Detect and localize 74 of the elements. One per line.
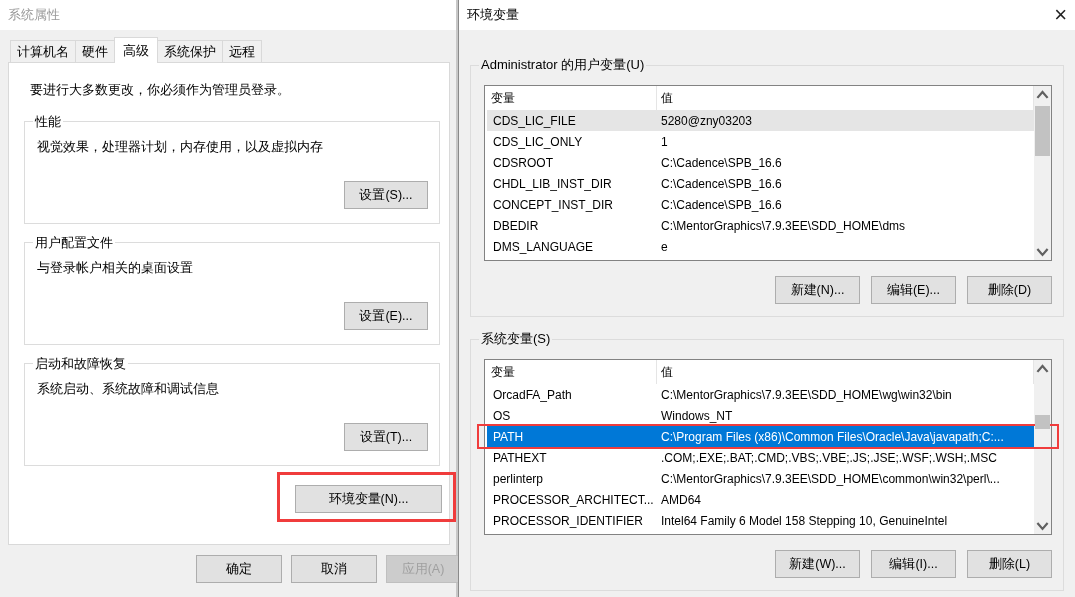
column-header[interactable]: 变量 (485, 360, 657, 384)
settings-button[interactable]: 设置(T)... (344, 423, 428, 451)
list-action-button[interactable]: 删除(L) (967, 550, 1052, 578)
variable-name: PROCESSOR_ARCHITECT... (492, 492, 655, 507)
dialog-button[interactable]: 取消 (291, 555, 377, 583)
settings-button[interactable]: 设置(E)... (344, 302, 428, 330)
variable-name: CONCEPT_INST_DIR (492, 197, 615, 212)
group-description: 系统启动、系统故障和调试信息 (37, 381, 220, 398)
close-button[interactable]: × (1054, 4, 1067, 26)
variable-value: AMD64 (660, 492, 702, 507)
variable-name: PROCESSOR_IDENTIFIER (492, 513, 645, 528)
variable-name: CDS_LIC_ONLY (492, 134, 584, 149)
list-row[interactable]: OrcadFA_Path C:\MentorGraphics\7.9.3EE\SDD_HOME\wg\win32\bin (487, 384, 1034, 405)
variable-name: CDSROOT (492, 155, 554, 170)
list-action-button[interactable]: 新建(N)... (775, 276, 860, 304)
list-row[interactable]: OS Windows_NT (487, 405, 1034, 426)
variable-name: OS (492, 408, 512, 423)
variable-name: CHDL_LIB_INST_DIR (492, 176, 613, 191)
notice-text: 要进行大多数更改，你必须作为管理员登录。 (30, 81, 291, 99)
list-row[interactable]: DMS_LANGUAGE e (487, 236, 1034, 257)
variable-name: CDS_LIC_FILE (492, 113, 577, 128)
settings-button[interactable]: 设置(S)... (344, 181, 428, 209)
list-row[interactable]: CDS_LIC_ONLY 1 (487, 131, 1034, 152)
variable-name: perlinterp (492, 471, 545, 486)
list-action-button[interactable]: 删除(D) (967, 276, 1052, 304)
group-description: 与登录帐户相关的桌面设置 (37, 260, 194, 277)
environment-variables-button[interactable]: 环境变量(N)... (295, 485, 442, 513)
variable-value: e (660, 239, 669, 254)
variable-name: PATHEXT (492, 450, 548, 465)
list-row[interactable]: PATHEXT .COM;.EXE;.BAT;.CMD;.VBS;.VBE;.JS;.JSE;.WSF;.WSH;.MSC (487, 447, 1034, 468)
variable-name: DBEDIR (492, 218, 540, 233)
list-row[interactable]: CONCEPT_INST_DIR C:\Cadence\SPB_16.6 (487, 194, 1034, 215)
list-row[interactable]: CDSROOT C:\Cadence\SPB_16.6 (487, 152, 1034, 173)
dialog-button[interactable]: 确定 (196, 555, 282, 583)
list-action-button[interactable]: 编辑(E)... (871, 276, 956, 304)
variable-value: Windows_NT (660, 408, 734, 423)
list-row[interactable]: CHDL_LIB_INST_DIR C:\Cadence\SPB_16.6 (487, 173, 1034, 194)
variable-value: C:\Cadence\SPB_16.6 (660, 176, 783, 191)
scrollbar[interactable] (1034, 86, 1051, 260)
variable-value: Intel64 Family 6 Model 158 Stepping 10, GenuineIntel (660, 513, 949, 528)
tab[interactable]: 计算机名 (10, 40, 76, 62)
group-title: 启动和故障恢复 (33, 355, 128, 373)
variable-value: C:\MentorGraphics\7.9.3EE\SDD_HOME\wg\win32\bin (660, 387, 953, 402)
window-title: 环境变量 (467, 6, 519, 24)
variable-value: C:\MentorGraphics\7.9.3EE\SDD_HOME\dms (660, 218, 907, 233)
list-row[interactable]: PROCESSOR_IDENTIFIER Intel64 Family 6 Model 158 Stepping 10, GenuineIntel (487, 510, 1034, 531)
list-row[interactable]: DBEDIR C:\MentorGraphics\7.9.3EE\SDD_HOME\dms (487, 215, 1034, 236)
tab[interactable]: 远程 (222, 40, 262, 62)
list-row[interactable]: PATH C:\Program Files (x86)\Common Files\Oracle\Java\javapath;C:... (487, 426, 1034, 447)
list-action-button[interactable]: 新建(W)... (775, 550, 860, 578)
tab[interactable]: 高级 (114, 37, 158, 63)
variable-name: DMS_LANGUAGE (492, 239, 595, 254)
group-title: 系统变量(S) (479, 330, 553, 348)
list-row[interactable]: perlinterp C:\MentorGraphics\7.9.3EE\SDD_HOME\common\win32\perl\... (487, 468, 1034, 489)
variable-name: PATH (492, 429, 525, 444)
variable-value: C:\Program Files (x86)\Common Files\Oracle\Java\javapath;C:... (660, 429, 1005, 444)
group-title: Administrator 的用户变量(U) (479, 56, 647, 74)
variable-value: C:\Cadence\SPB_16.6 (660, 197, 783, 212)
scrollbar-thumb[interactable] (1035, 106, 1050, 156)
group-description: 视觉效果，处理器计划，内存使用，以及虚拟内存 (37, 139, 324, 156)
list-row[interactable]: CDS_LIC_FILE 5280@zny03203 (487, 110, 1034, 131)
group-title: 用户配置文件 (33, 234, 115, 252)
scrollbar-thumb[interactable] (1035, 415, 1050, 429)
window-title: 系统属性 (8, 6, 60, 24)
variable-value: .COM;.EXE;.BAT;.CMD;.VBS;.VBE;.JS;.JSE;.WSF;.WSH;.MSC (660, 450, 998, 465)
variable-value: 5280@zny03203 (660, 113, 753, 128)
group-title: 性能 (33, 113, 63, 131)
variable-value: C:\MentorGraphics\7.9.3EE\SDD_HOME\common\win32\perl\... (660, 471, 1001, 486)
variable-name: OrcadFA_Path (492, 387, 573, 402)
list-row[interactable]: PROCESSOR_ARCHITECT... AMD64 (487, 489, 1034, 510)
variable-value: C:\Cadence\SPB_16.6 (660, 155, 783, 170)
list-action-button[interactable]: 编辑(I)... (871, 550, 956, 578)
scrollbar[interactable] (1034, 360, 1051, 534)
variable-value: 1 (660, 134, 669, 149)
